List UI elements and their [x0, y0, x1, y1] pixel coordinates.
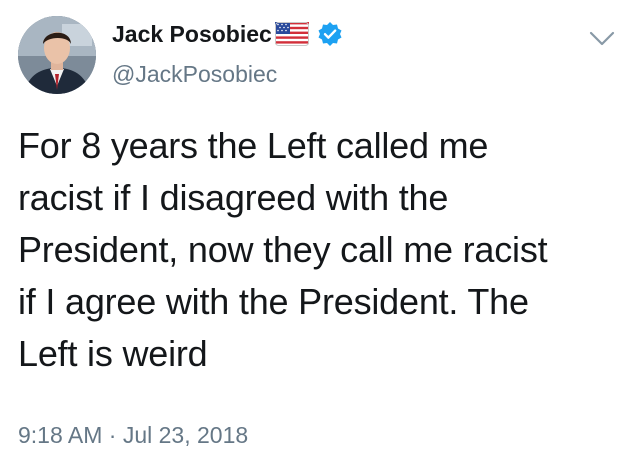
verified-badge-icon	[318, 22, 342, 46]
tweet-text: For 8 years the Left called me racist if…	[18, 125, 548, 374]
tweet-timestamp[interactable]: 9:18 AM · Jul 23, 2018	[18, 420, 248, 450]
chevron-down-icon[interactable]	[586, 26, 618, 50]
avatar-photo	[18, 16, 96, 94]
author-name-row[interactable]: Jack Posobiec	[112, 20, 343, 48]
avatar[interactable]	[18, 16, 96, 94]
author-handle[interactable]: @JackPosobiec	[112, 60, 277, 88]
tweet-card: Jack Posobiec @JackPosobiec For 8 years …	[0, 0, 640, 472]
author-name[interactable]: Jack Posobiec	[112, 20, 272, 48]
us-flag-icon	[274, 22, 309, 46]
